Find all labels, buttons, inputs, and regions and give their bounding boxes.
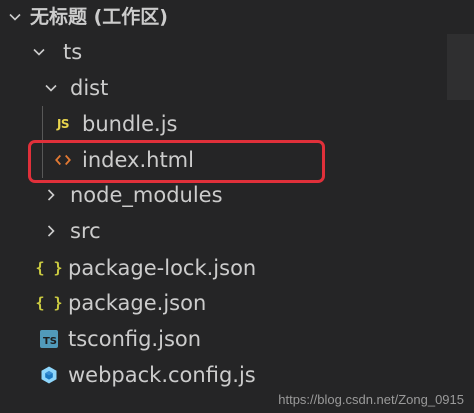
js-file-icon: JS <box>56 117 70 131</box>
tree-item-dist[interactable]: dist <box>0 70 474 106</box>
file-label: bundle.js <box>82 111 178 136</box>
tree-item-src[interactable]: src <box>0 213 474 249</box>
tree-item-node-modules[interactable]: node_modules <box>0 177 474 213</box>
chevron-right-icon <box>42 186 60 204</box>
tree-item-tsconfig-json[interactable]: TS tsconfig.json <box>0 321 474 357</box>
workspace-header[interactable]: 无标题 (工作区) <box>0 0 474 34</box>
chevron-down-icon <box>30 43 48 61</box>
chevron-down-icon <box>6 8 24 26</box>
json-file-icon: { } <box>35 294 63 312</box>
tree-item-package-json[interactable]: { } package.json <box>0 285 474 321</box>
folder-label: src <box>70 218 101 243</box>
folder-label: node_modules <box>70 182 223 207</box>
file-label: package-lock.json <box>68 255 257 280</box>
tree-item-package-lock-json[interactable]: { } package-lock.json <box>0 250 474 286</box>
typescript-file-icon: TS <box>38 328 60 350</box>
file-label: webpack.config.js <box>68 362 256 387</box>
tree-item-webpack-config-js[interactable]: webpack.config.js <box>0 357 474 393</box>
watermark: https://blog.csdn.net/Zong_0915 <box>278 392 464 407</box>
file-label: tsconfig.json <box>68 326 202 351</box>
chevron-right-icon <box>42 222 60 240</box>
folder-label: ts <box>63 39 83 64</box>
file-explorer: 无标题 (工作区) ts dist JS bundle.js index.htm… <box>0 0 474 413</box>
webpack-cube-icon <box>38 364 60 386</box>
json-file-icon: { } <box>35 259 63 277</box>
tree-item-bundle-js[interactable]: JS bundle.js <box>0 106 474 142</box>
file-label: package.json <box>68 290 207 315</box>
workspace-title: 无标题 (工作区) <box>30 5 168 28</box>
tree-item-ts[interactable]: ts <box>0 34 474 70</box>
chevron-down-icon <box>42 79 60 97</box>
folder-label: dist <box>70 75 109 100</box>
